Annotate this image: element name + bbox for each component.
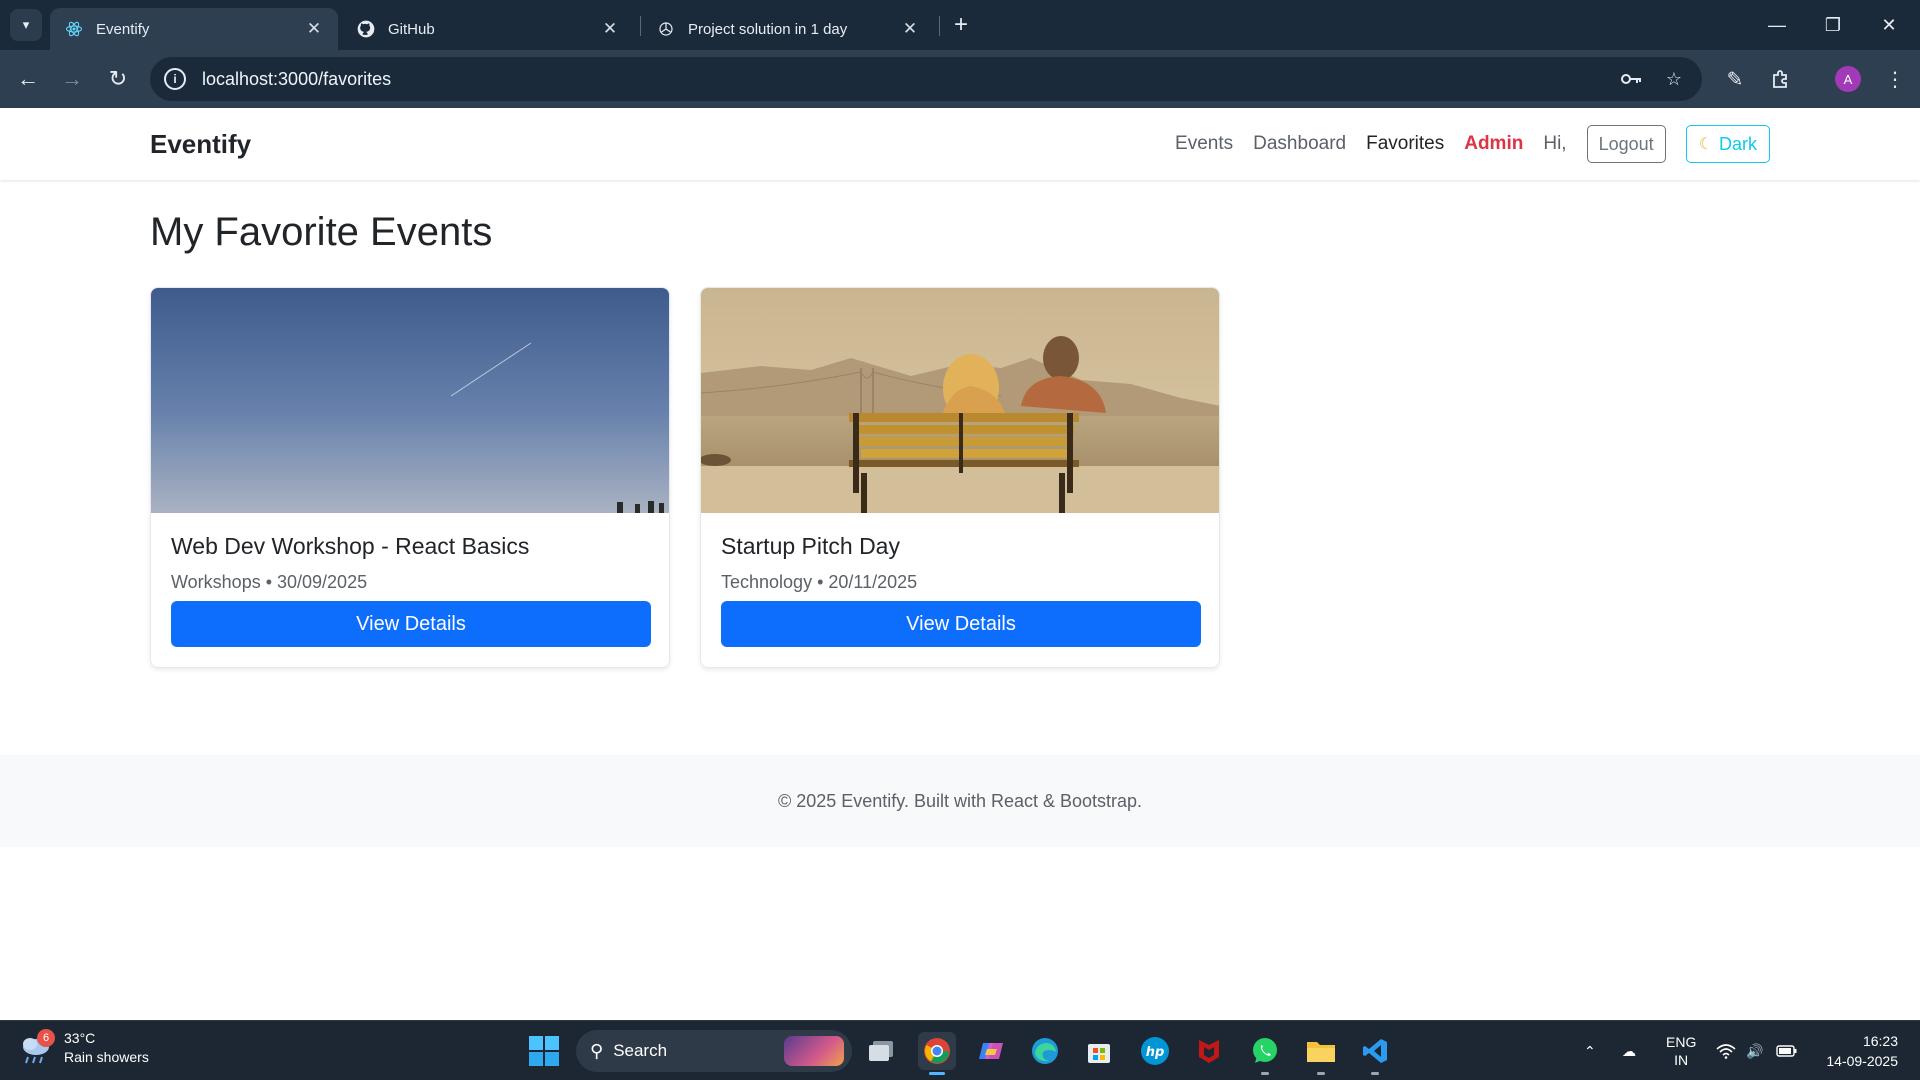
back-arrow-icon[interactable]: ← (12, 63, 44, 95)
event-title: Startup Pitch Day (721, 533, 900, 559)
tab-separator (640, 16, 641, 36)
event-meta: Technology • 20/11/2025 (721, 572, 918, 592)
new-tab-icon[interactable]: + (948, 11, 974, 38)
event-card: Startup Pitch Day Technology • 20/11/202… (700, 287, 1220, 668)
taskbar-search[interactable]: ⚲ Search (576, 1030, 852, 1072)
browser-tab-strip: ▾ Eventify ✕ GitHub ✕ Project solution i… (0, 0, 1920, 50)
taskbar-search-label: Search (613, 1041, 668, 1060)
show-hidden-icons-chevron-icon[interactable]: ⌃ (1584, 1021, 1596, 1080)
minimize-icon[interactable]: — (1762, 10, 1792, 40)
event-image (701, 288, 1219, 513)
page-footer: © 2025 Eventify. Built with React & Boot… (0, 755, 1920, 847)
browser-toolbar: ← → ↻ i localhost:3000/favorites ☆ ✎ ⋮ (0, 50, 1920, 108)
language-code: ENG (1666, 1034, 1697, 1050)
search-icon: ⚲ (590, 1040, 604, 1061)
react-icon (64, 19, 84, 39)
nav-link-admin[interactable]: Admin (1464, 133, 1523, 155)
browser-menu-icon[interactable]: ⋮ (1880, 64, 1910, 94)
hp-icon[interactable]: hp (1136, 1032, 1174, 1070)
url-text[interactable]: localhost:3000/favorites (202, 69, 1618, 90)
region-code: IN (1674, 1052, 1689, 1068)
weather-condition: Rain showers (64, 1049, 149, 1065)
nav-link-events[interactable]: Events (1175, 133, 1233, 155)
reload-icon[interactable]: ↻ (102, 63, 134, 95)
close-window-icon[interactable]: ✕ (1874, 10, 1904, 40)
edge-icon[interactable] (1026, 1032, 1064, 1070)
vscode-icon[interactable] (1356, 1032, 1394, 1075)
brand-logo[interactable]: Eventify (150, 129, 251, 160)
view-details-button[interactable]: View Details (171, 601, 651, 647)
nav-link-favorites[interactable]: Favorites (1366, 133, 1444, 155)
bookmark-star-icon[interactable]: ☆ (1660, 65, 1688, 93)
onedrive-cloud-icon[interactable]: ☁ (1622, 1021, 1636, 1080)
system-clock[interactable]: 16:23 14-09-2025 (1826, 1031, 1898, 1071)
mcafee-icon[interactable] (1190, 1032, 1228, 1070)
search-highlight-image (784, 1036, 844, 1066)
whatsapp-icon[interactable] (1246, 1032, 1284, 1075)
app-navbar: Eventify Events Dashboard Favorites Admi… (0, 108, 1920, 180)
clock-date: 14-09-2025 (1826, 1053, 1898, 1069)
forward-arrow-icon[interactable]: → (56, 63, 88, 95)
tab-title: Eventify (96, 20, 150, 38)
task-view-icon[interactable] (862, 1032, 900, 1070)
restore-icon[interactable]: ❐ (1818, 10, 1848, 40)
browser-tab-github[interactable]: GitHub ✕ (342, 8, 634, 50)
password-key-icon[interactable] (1618, 65, 1646, 93)
windows-start-icon[interactable] (528, 1035, 560, 1067)
nav-link-dashboard[interactable]: Dashboard (1253, 133, 1346, 155)
event-card: Web Dev Workshop - React Basics Workshop… (150, 287, 670, 668)
close-tab-icon[interactable]: ✕ (898, 17, 922, 41)
user-greeting: Hi, (1543, 133, 1567, 154)
profile-avatar[interactable]: A (1835, 66, 1861, 92)
close-tab-icon[interactable]: ✕ (598, 17, 622, 41)
browser-tab-eventify[interactable]: Eventify ✕ (50, 8, 338, 50)
weather-badge: 6 (37, 1029, 55, 1047)
close-tab-icon[interactable]: ✕ (302, 17, 326, 41)
store-icon[interactable] (1080, 1032, 1118, 1070)
browser-tab-chatgpt[interactable]: Project solution in 1 day ✕ (642, 8, 934, 50)
tab-title: Project solution in 1 day (688, 20, 848, 38)
footer-text: © 2025 Eventify. Built with React & Boot… (777, 790, 1143, 811)
clock-time: 16:23 (1862, 1033, 1898, 1049)
copilot-icon[interactable] (972, 1032, 1010, 1070)
site-info-icon[interactable]: i (164, 68, 186, 90)
logout-button[interactable]: Logout (1586, 125, 1666, 163)
event-image (151, 288, 669, 513)
page-title: My Favorite Events (150, 210, 493, 254)
os-taskbar: 6 33°C Rain showers ⚲ Search hp ⌃ ☁ ENG … (0, 1020, 1920, 1080)
weather-rain-icon: 6 (18, 1029, 56, 1065)
extensions-puzzle-icon[interactable] (1766, 64, 1796, 94)
tab-separator (939, 16, 940, 36)
eyedropper-icon[interactable]: ✎ (1720, 64, 1750, 94)
language-indicator[interactable]: ENG IN (1666, 1021, 1696, 1080)
view-details-button[interactable]: View Details (721, 601, 1201, 647)
volume-icon[interactable]: 🔊 (1746, 1021, 1763, 1080)
chrome-taskbar-icon[interactable] (918, 1032, 956, 1075)
weather-temperature: 33°C (64, 1030, 96, 1046)
github-icon (356, 19, 376, 39)
svg-text:hp: hp (1146, 1045, 1165, 1060)
chevron-down-icon: ▾ (22, 17, 30, 32)
address-bar[interactable]: i localhost:3000/favorites ☆ (150, 57, 1702, 101)
weather-widget[interactable]: 6 33°C Rain showers (18, 1029, 149, 1067)
nav-links: Events Dashboard Favorites Admin Hi, Log… (1155, 125, 1770, 163)
chatgpt-icon (656, 19, 676, 39)
event-title: Web Dev Workshop - React Basics (171, 533, 530, 559)
tab-search-button[interactable]: ▾ (10, 9, 42, 41)
moon-icon: ☾ (1698, 136, 1713, 153)
theme-toggle-button[interactable]: ☾ Dark (1685, 125, 1770, 163)
event-meta: Workshops • 30/09/2025 (171, 572, 368, 592)
battery-icon[interactable] (1776, 1021, 1798, 1080)
file-explorer-icon[interactable] (1302, 1032, 1340, 1075)
tab-title: GitHub (388, 20, 435, 38)
theme-toggle-label: Dark (1718, 133, 1757, 154)
wifi-icon[interactable] (1716, 1021, 1736, 1080)
